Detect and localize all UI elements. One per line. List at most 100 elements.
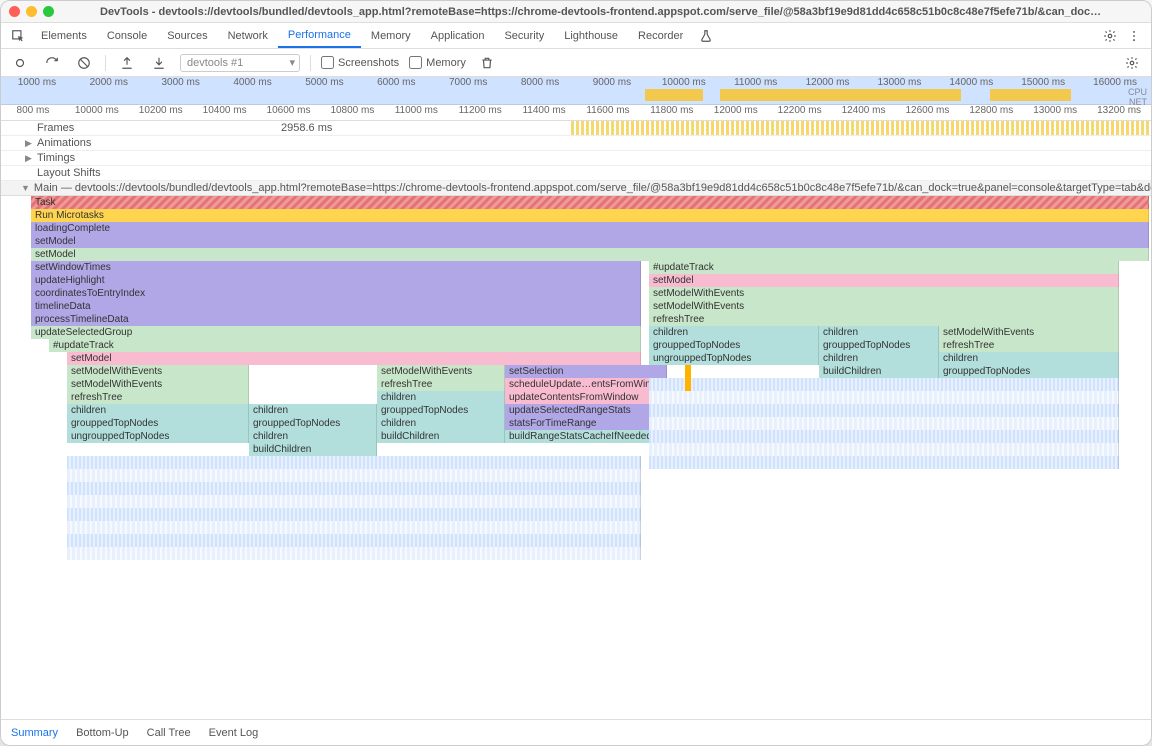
flame-entry[interactable]: ungrouppedTopNodes bbox=[67, 430, 249, 443]
flame-entry[interactable]: updateHighlight bbox=[31, 274, 641, 287]
flame-entry[interactable]: coordinatesToEntryIndex bbox=[31, 287, 641, 300]
layout-shifts-track[interactable]: Layout Shifts bbox=[1, 166, 1151, 181]
trash-icon[interactable] bbox=[476, 52, 498, 74]
close-icon[interactable] bbox=[9, 6, 20, 17]
clear-icon[interactable] bbox=[73, 52, 95, 74]
tab-security[interactable]: Security bbox=[494, 23, 554, 48]
flame-entry[interactable]: grouppedTopNodes bbox=[249, 417, 377, 430]
flame-entry[interactable]: children bbox=[377, 391, 505, 404]
details-tab-bottom-up[interactable]: Bottom-Up bbox=[76, 727, 129, 739]
record-icon[interactable] bbox=[9, 52, 31, 74]
flame-entry[interactable]: refreshTree bbox=[939, 339, 1119, 352]
flame-entry[interactable]: refreshTree bbox=[67, 391, 249, 404]
flame-entry[interactable]: buildRangeStatsCacheIfNeeded bbox=[505, 430, 667, 443]
frames-track[interactable]: Frames 2958.6 ms bbox=[1, 121, 1151, 136]
tab-network[interactable]: Network bbox=[218, 23, 278, 48]
reload-icon[interactable] bbox=[41, 52, 63, 74]
flame-entry[interactable] bbox=[67, 508, 641, 521]
main-thread-header[interactable]: ▼Main — devtools://devtools/bundled/devt… bbox=[1, 181, 1151, 196]
profile-selector[interactable]: devtools #1 bbox=[180, 54, 300, 72]
flame-entry[interactable]: setModelWithEvents bbox=[939, 326, 1119, 339]
flame-entry[interactable]: children bbox=[249, 430, 377, 443]
screenshots-checkbox[interactable]: Screenshots bbox=[321, 56, 399, 69]
flame-entry[interactable]: children bbox=[377, 417, 505, 430]
flame-entry[interactable] bbox=[649, 443, 1119, 456]
flame-entry[interactable]: processTimelineData bbox=[31, 313, 641, 326]
flame-entry[interactable]: children bbox=[249, 404, 377, 417]
flame-entry[interactable]: grouppedTopNodes bbox=[819, 339, 939, 352]
details-tab-summary[interactable]: Summary bbox=[11, 727, 58, 739]
flame-entry[interactable] bbox=[649, 430, 1119, 443]
flame-entry[interactable]: refreshTree bbox=[649, 313, 1119, 326]
flame-entry[interactable]: setModelWithEvents bbox=[67, 365, 249, 378]
flame-chart[interactable]: TaskRun MicrotasksloadingCompletesetMode… bbox=[1, 196, 1151, 719]
flame-entry[interactable] bbox=[67, 456, 641, 469]
flame-entry[interactable]: updateSelectedRangeStats bbox=[505, 404, 667, 417]
flame-entry[interactable]: setModelWithEvents bbox=[67, 378, 249, 391]
flame-entry[interactable]: grouppedTopNodes bbox=[939, 365, 1119, 378]
flame-entry[interactable]: grouppedTopNodes bbox=[649, 339, 819, 352]
timings-track[interactable]: ▶Timings bbox=[1, 151, 1151, 166]
flame-entry[interactable]: setModel bbox=[31, 248, 1149, 261]
flame-entry[interactable] bbox=[67, 534, 641, 547]
flame-entry[interactable] bbox=[649, 404, 1119, 417]
tab-memory[interactable]: Memory bbox=[361, 23, 421, 48]
flame-entry[interactable]: buildChildren bbox=[819, 365, 939, 378]
memory-checkbox[interactable]: Memory bbox=[409, 56, 466, 69]
flame-entry[interactable] bbox=[67, 547, 641, 560]
tab-application[interactable]: Application bbox=[421, 23, 495, 48]
flame-entry[interactable] bbox=[649, 417, 1119, 430]
download-icon[interactable] bbox=[148, 52, 170, 74]
flame-entry[interactable]: buildChildren bbox=[249, 443, 377, 456]
flask-icon[interactable] bbox=[695, 25, 717, 47]
flame-entry[interactable]: updateSelectedGroup bbox=[31, 326, 641, 339]
flame-entry[interactable] bbox=[67, 469, 641, 482]
flame-entry[interactable]: setModelWithEvents bbox=[649, 287, 1119, 300]
flame-entry[interactable]: children bbox=[819, 352, 939, 365]
flame-entry[interactable]: statsForTimeRange bbox=[505, 417, 667, 430]
flame-entry[interactable]: children bbox=[649, 326, 819, 339]
timeline-overview[interactable]: 1000 ms2000 ms3000 ms4000 ms5000 ms6000 … bbox=[1, 77, 1151, 105]
flame-entry[interactable]: timelineData bbox=[31, 300, 641, 313]
flame-entry[interactable] bbox=[649, 456, 1119, 469]
flame-entry[interactable] bbox=[67, 482, 641, 495]
gear-icon[interactable] bbox=[1099, 25, 1121, 47]
flame-entry[interactable]: setWindowTimes bbox=[31, 261, 641, 274]
flame-entry[interactable]: setModel bbox=[31, 235, 1149, 248]
flame-entry[interactable]: children bbox=[819, 326, 939, 339]
flame-entry[interactable]: setModelWithEvents bbox=[649, 300, 1119, 313]
inspect-icon[interactable] bbox=[7, 25, 29, 47]
kebab-icon[interactable] bbox=[1123, 25, 1145, 47]
tab-console[interactable]: Console bbox=[97, 23, 157, 48]
flame-entry[interactable] bbox=[67, 521, 641, 534]
flame-entry[interactable]: grouppedTopNodes bbox=[377, 404, 505, 417]
flame-entry[interactable]: loadingComplete bbox=[31, 222, 1149, 235]
flame-entry[interactable]: setModel bbox=[649, 274, 1119, 287]
flame-entry[interactable]: buildChildren bbox=[377, 430, 505, 443]
minimize-icon[interactable] bbox=[26, 6, 37, 17]
flame-entry[interactable]: refreshTree bbox=[377, 378, 505, 391]
flame-entry[interactable]: #updateTrack bbox=[49, 339, 641, 352]
flame-entry[interactable] bbox=[649, 391, 1119, 404]
flame-entry[interactable]: setSelection bbox=[505, 365, 667, 378]
flame-entry[interactable] bbox=[649, 378, 1119, 391]
tab-recorder[interactable]: Recorder bbox=[628, 23, 693, 48]
capture-settings-gear-icon[interactable] bbox=[1121, 52, 1143, 74]
flame-entry[interactable] bbox=[67, 495, 641, 508]
tab-lighthouse[interactable]: Lighthouse bbox=[554, 23, 628, 48]
upload-icon[interactable] bbox=[116, 52, 138, 74]
flame-entry[interactable]: setModel bbox=[67, 352, 641, 365]
flame-entry[interactable]: setModelWithEvents bbox=[377, 365, 505, 378]
flame-entry[interactable]: grouppedTopNodes bbox=[67, 417, 249, 430]
flame-entry[interactable]: Task bbox=[31, 196, 1149, 209]
tab-elements[interactable]: Elements bbox=[31, 23, 97, 48]
flame-entry[interactable]: children bbox=[939, 352, 1119, 365]
maximize-icon[interactable] bbox=[43, 6, 54, 17]
flame-entry[interactable]: scheduleUpdate…entsFromWindow bbox=[505, 378, 667, 391]
flame-entry[interactable]: updateContentsFromWindow bbox=[505, 391, 667, 404]
animations-track[interactable]: ▶Animations bbox=[1, 136, 1151, 151]
tab-performance[interactable]: Performance bbox=[278, 23, 361, 48]
flame-entry[interactable]: #updateTrack bbox=[649, 261, 1119, 274]
flame-entry[interactable]: ungrouppedTopNodes bbox=[649, 352, 819, 365]
timeline-ruler[interactable]: 800 ms10000 ms10200 ms10400 ms10600 ms10… bbox=[1, 105, 1151, 121]
